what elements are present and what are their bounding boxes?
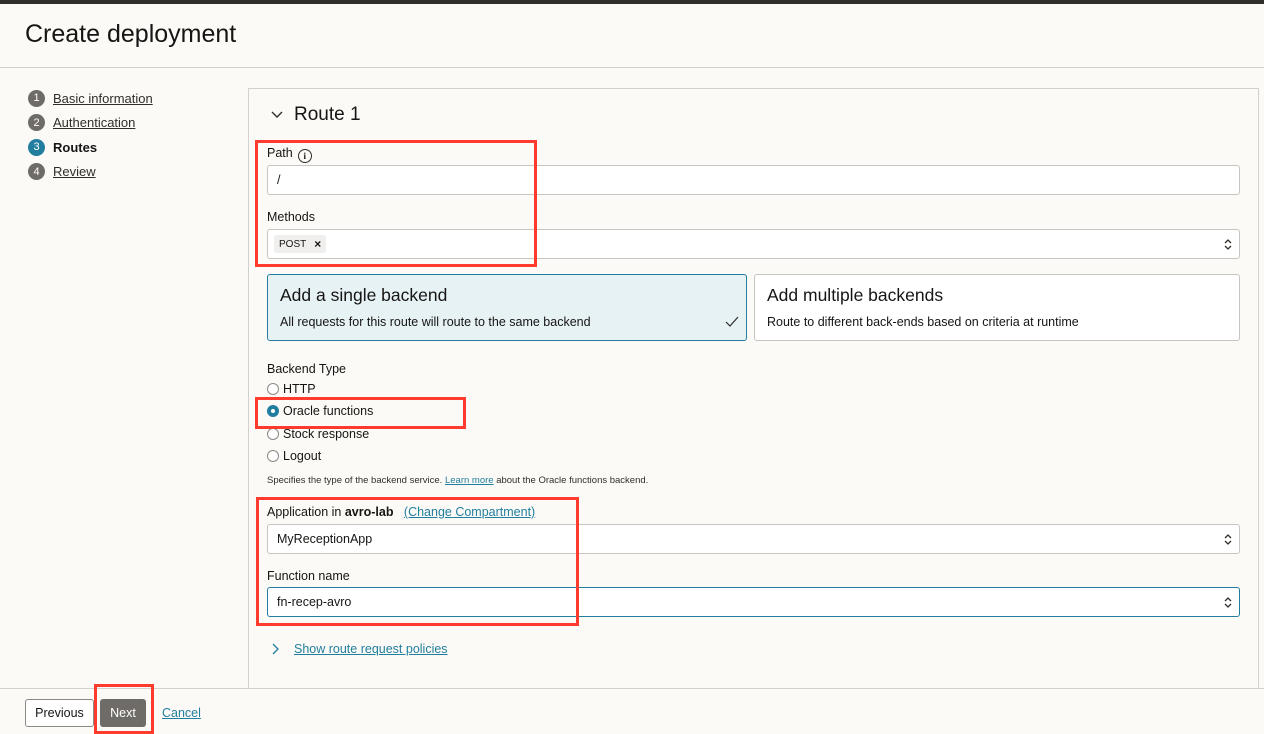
multiple-backends-card[interactable]: Add multiple backends Route to different… bbox=[754, 274, 1240, 341]
step-number: 2 bbox=[28, 114, 45, 132]
card-description: Route to different back-ends based on cr… bbox=[767, 315, 1079, 329]
page-title: Create deployment bbox=[25, 20, 237, 48]
backend-type-hint: Specifies the type of the backend servic… bbox=[267, 475, 648, 486]
application-select[interactable]: MyReceptionApp bbox=[267, 524, 1240, 554]
step-routes: 3 Routes bbox=[28, 135, 153, 160]
radio-http[interactable]: HTTP bbox=[267, 382, 316, 396]
radio-stock-response[interactable]: Stock response bbox=[267, 427, 369, 441]
step-number: 1 bbox=[28, 89, 45, 107]
application-label: Application in avro-lab (Change Compartm… bbox=[267, 505, 535, 519]
compartment-name: avro-lab bbox=[344, 505, 394, 519]
function-name-value: fn-recep-avro bbox=[277, 595, 352, 609]
card-description: All requests for this route will route t… bbox=[280, 315, 591, 329]
sort-arrows-icon bbox=[1224, 534, 1232, 545]
step-label[interactable]: Review bbox=[53, 164, 96, 179]
radio-label: Logout bbox=[283, 449, 322, 463]
step-number: 4 bbox=[28, 163, 45, 181]
application-label-prefix: Application in bbox=[267, 505, 342, 519]
page-header: Create deployment bbox=[0, 4, 1264, 68]
step-label[interactable]: Basic information bbox=[53, 91, 153, 106]
step-number: 3 bbox=[28, 138, 45, 156]
step-review[interactable]: 4 Review bbox=[28, 160, 153, 185]
method-chip: POST × bbox=[274, 235, 327, 253]
function-name-label: Function name bbox=[267, 569, 350, 583]
remove-chip-icon[interactable]: × bbox=[314, 237, 321, 251]
method-chip-label: POST bbox=[279, 238, 307, 250]
methods-label: Methods bbox=[267, 210, 315, 224]
next-button[interactable]: Next bbox=[100, 699, 146, 727]
hint-text: Specifies the type of the backend servic… bbox=[267, 475, 443, 486]
previous-button[interactable]: Previous bbox=[25, 699, 94, 727]
radio-button[interactable] bbox=[267, 428, 279, 440]
application-value: MyReceptionApp bbox=[277, 532, 373, 546]
radio-button[interactable] bbox=[267, 450, 279, 462]
cancel-link[interactable]: Cancel bbox=[162, 706, 201, 720]
radio-oracle-functions[interactable]: Oracle functions bbox=[267, 404, 373, 418]
hint-text: about the Oracle functions backend. bbox=[496, 475, 649, 486]
sort-arrows-icon bbox=[1224, 597, 1232, 608]
sort-arrows-icon bbox=[1224, 239, 1232, 250]
step-basic-information[interactable]: 1 Basic information bbox=[28, 86, 153, 111]
change-compartment-link[interactable]: (Change Compartment) bbox=[404, 505, 535, 519]
backend-type-label: Backend Type bbox=[267, 362, 346, 376]
route-toggle[interactable]: Route 1 bbox=[268, 104, 361, 126]
radio-label: Oracle functions bbox=[283, 404, 374, 418]
step-label: Routes bbox=[53, 139, 98, 155]
path-label: Path i bbox=[267, 146, 312, 163]
function-name-select[interactable]: fn-recep-avro bbox=[267, 587, 1240, 617]
path-value: / bbox=[277, 173, 281, 187]
radio-label: HTTP bbox=[283, 382, 316, 396]
show-policies-link[interactable]: Show route request policies bbox=[294, 642, 448, 656]
single-backend-card[interactable]: Add a single backend All requests for th… bbox=[267, 274, 747, 341]
learn-more-link[interactable]: Learn more bbox=[445, 475, 494, 486]
path-label-text: Path bbox=[267, 146, 293, 160]
radio-button[interactable] bbox=[267, 405, 279, 417]
route-title: Route 1 bbox=[294, 104, 361, 125]
step-authentication[interactable]: 2 Authentication bbox=[28, 111, 153, 136]
card-title: Add multiple backends bbox=[767, 285, 944, 305]
info-icon[interactable]: i bbox=[297, 149, 312, 163]
show-policies-toggle[interactable]: Show route request policies bbox=[270, 642, 448, 656]
step-label[interactable]: Authentication bbox=[53, 115, 135, 130]
path-input[interactable]: / bbox=[267, 165, 1240, 195]
radio-button[interactable] bbox=[267, 383, 279, 395]
wizard-steps: 1 Basic information 2 Authentication 3 R… bbox=[28, 86, 153, 184]
chevron-down-icon bbox=[271, 111, 283, 118]
chevron-right-icon bbox=[272, 643, 279, 655]
check-icon bbox=[725, 316, 739, 327]
radio-label: Stock response bbox=[283, 427, 370, 441]
radio-logout[interactable]: Logout bbox=[267, 449, 321, 463]
methods-select[interactable]: POST × bbox=[267, 229, 1240, 259]
card-title: Add a single backend bbox=[280, 285, 448, 305]
